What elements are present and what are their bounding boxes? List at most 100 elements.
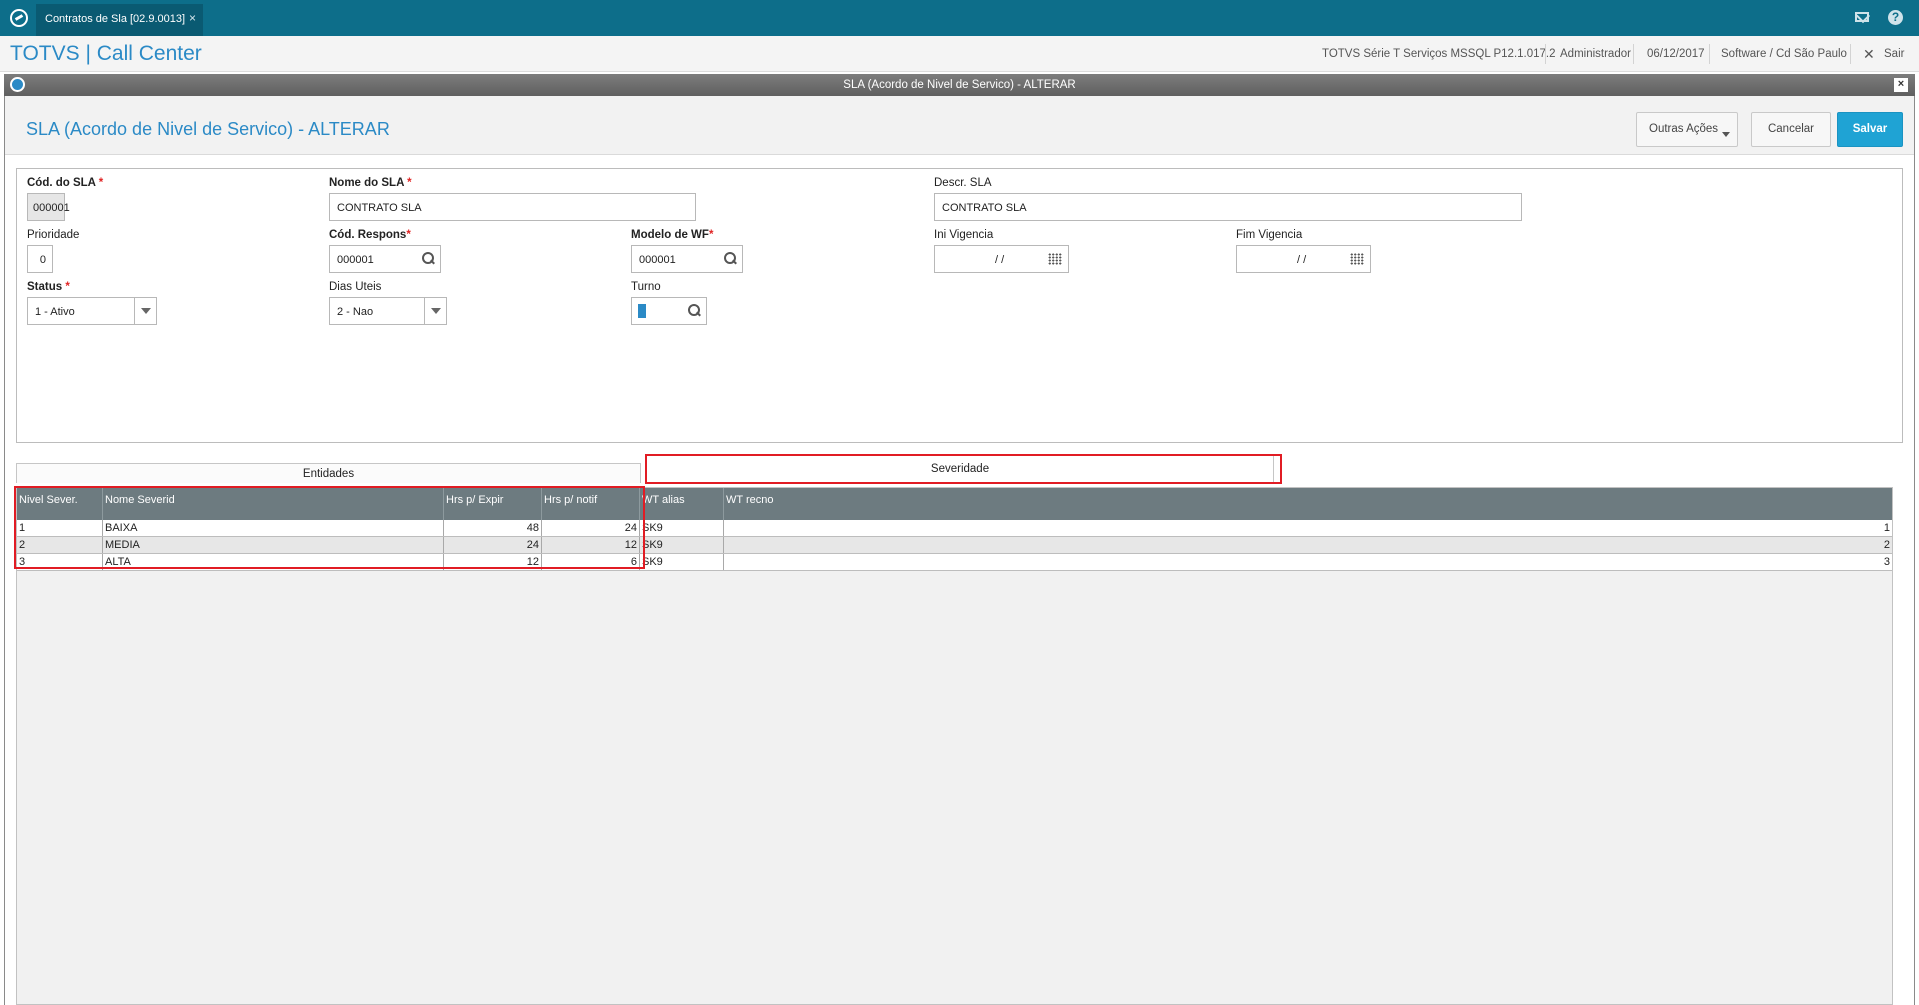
- column-header[interactable]: Nivel Sever.: [17, 488, 103, 520]
- turno-field[interactable]: [631, 297, 707, 325]
- cell-hrs-notif: 24: [542, 520, 640, 536]
- cell-wt-recno: 3: [1883, 556, 1890, 568]
- action-bar: SLA (Acordo de Nivel de Servico) - ALTER…: [5, 96, 1914, 155]
- cod-sla-label: Cód. do SLA *: [27, 177, 104, 189]
- app-header: TOTVS | Call Center TOTVS Série T Serviç…: [0, 36, 1919, 72]
- fim-vigencia-value: / /: [1297, 254, 1307, 266]
- table-row[interactable]: 1 BAIXA 48 24 SK9 1: [17, 520, 1892, 537]
- tab-label: Contratos de Sla [02.9.0013]: [45, 13, 186, 25]
- sla-form: Cód. do SLA * 000001 Nome do SLA * CONTR…: [16, 168, 1903, 443]
- save-button[interactable]: Salvar: [1837, 112, 1903, 147]
- ini-vigencia-value: / /: [995, 254, 1005, 266]
- fim-vigencia-label: Fim Vigencia: [1236, 229, 1303, 241]
- search-icon[interactable]: [724, 252, 736, 264]
- tab-close-icon[interactable]: ×: [189, 11, 196, 25]
- chevron-down-icon[interactable]: [424, 298, 446, 324]
- modelo-wf-label: Modelo de WF*: [631, 229, 714, 241]
- cancel-button[interactable]: Cancelar: [1751, 112, 1831, 147]
- status-label: Status *: [27, 281, 70, 293]
- divider: [1633, 44, 1634, 64]
- prioridade-label: Prioridade: [27, 229, 80, 241]
- page-title: SLA (Acordo de Nivel de Servico) - ALTER…: [26, 119, 390, 139]
- chevron-down-icon[interactable]: [134, 298, 156, 324]
- window-logo-icon: [10, 77, 25, 92]
- text-cursor: [638, 304, 646, 318]
- column-header[interactable]: Hrs p/ notif: [542, 488, 640, 520]
- cod-respons-field[interactable]: 000001: [329, 245, 441, 273]
- divider: [1545, 44, 1546, 64]
- descr-sla-field[interactable]: CONTRATO SLA: [934, 193, 1522, 221]
- column-header[interactable]: Nome Severid: [103, 488, 444, 520]
- company-branch: Software / Cd São Paulo: [1721, 48, 1847, 60]
- tab-contratos-sla[interactable]: Contratos de Sla [02.9.0013] ×: [36, 4, 203, 36]
- divider: [1709, 44, 1710, 64]
- system-date: 06/12/2017: [1647, 48, 1705, 60]
- cell-nivel: 1: [17, 520, 103, 536]
- dias-uteis-label: Dias Uteis: [329, 281, 382, 293]
- top-tab-bar: Contratos de Sla [02.9.0013] × ?: [0, 0, 1919, 36]
- dias-uteis-select[interactable]: 2 - Nao: [329, 297, 447, 325]
- cell-nivel: 3: [17, 554, 103, 570]
- status-value: 1 - Ativo: [35, 306, 75, 318]
- cell-wt-recno: 1: [1883, 522, 1890, 534]
- cell-wt-alias: SK9: [640, 520, 724, 536]
- turno-label: Turno: [631, 281, 661, 293]
- nome-sla-label: Nome do SLA *: [329, 177, 412, 189]
- exit-button[interactable]: Sair: [1884, 48, 1904, 60]
- descr-sla-label: Descr. SLA: [934, 177, 992, 189]
- cell-hrs-expir: 24: [444, 537, 542, 553]
- cell-nome: BAIXA: [103, 520, 444, 536]
- window-title: SLA (Acordo de Nivel de Servico) - ALTER…: [843, 79, 1076, 91]
- ini-vigencia-field[interactable]: / /: [934, 245, 1069, 273]
- cell-hrs-notif: 6: [542, 554, 640, 570]
- system-version: TOTVS Série T Serviços MSSQL P12.1.017.2: [1322, 48, 1556, 60]
- cell-hrs-notif: 12: [542, 537, 640, 553]
- cod-sla-field[interactable]: 000001: [27, 193, 70, 221]
- ini-vigencia-label: Ini Vigencia: [934, 229, 994, 241]
- other-actions-label: Outras Ações: [1649, 123, 1719, 135]
- tab-severidade[interactable]: Severidade: [645, 454, 1282, 484]
- modelo-wf-field[interactable]: 000001: [631, 245, 743, 273]
- other-actions-button[interactable]: Outras Ações: [1636, 112, 1738, 147]
- cell-nome: MEDIA: [103, 537, 444, 553]
- cell-wt-recno: 2: [1883, 539, 1890, 551]
- search-icon[interactable]: [688, 304, 700, 316]
- modelo-wf-value: 000001: [639, 254, 676, 266]
- dialog-body: SLA (Acordo de Nivel de Servico) - ALTER…: [4, 96, 1915, 1005]
- dias-uteis-value: 2 - Nao: [337, 306, 374, 318]
- calendar-icon[interactable]: [1350, 253, 1364, 265]
- divider: [1850, 44, 1851, 64]
- fim-vigencia-field[interactable]: / /: [1236, 245, 1371, 273]
- cod-respons-label: Cód. Respons*: [329, 229, 411, 241]
- severity-grid: Nivel Sever. Nome Severid Hrs p/ Expir H…: [16, 487, 1893, 1005]
- exit-close-icon[interactable]: ✕: [1863, 46, 1875, 63]
- app-logo-icon[interactable]: [10, 9, 28, 27]
- user-name: Administrador: [1560, 48, 1631, 60]
- cell-wt-alias: SK9: [640, 554, 724, 570]
- column-header[interactable]: WT recno: [724, 488, 1892, 520]
- cod-respons-value: 000001: [337, 254, 374, 266]
- cell-nivel: 2: [17, 537, 103, 553]
- window-close-icon[interactable]: ×: [1894, 78, 1908, 92]
- prioridade-field[interactable]: 0: [27, 245, 53, 273]
- column-header[interactable]: Hrs p/ Expir: [444, 488, 542, 520]
- tab-entidades[interactable]: Entidades: [16, 463, 641, 483]
- help-icon[interactable]: ?: [1888, 10, 1903, 25]
- search-icon[interactable]: [422, 252, 434, 264]
- cell-hrs-expir: 12: [444, 554, 542, 570]
- cell-hrs-expir: 48: [444, 520, 542, 536]
- grid-header: Nivel Sever. Nome Severid Hrs p/ Expir H…: [17, 488, 1892, 520]
- nome-sla-field[interactable]: CONTRATO SLA: [329, 193, 696, 221]
- mail-icon[interactable]: [1855, 12, 1869, 22]
- column-header[interactable]: WT alias: [640, 488, 724, 520]
- brand-title: TOTVS | Call Center: [10, 42, 202, 65]
- table-row[interactable]: 3 ALTA 12 6 SK9 3: [17, 554, 1892, 571]
- cell-wt-alias: SK9: [640, 537, 724, 553]
- calendar-icon[interactable]: [1048, 253, 1062, 265]
- tab-severidade-label: Severidade: [647, 456, 1274, 482]
- table-row[interactable]: 2 MEDIA 24 12 SK9 2: [17, 537, 1892, 554]
- status-select[interactable]: 1 - Ativo: [27, 297, 157, 325]
- cell-nome: ALTA: [103, 554, 444, 570]
- window-title-bar: SLA (Acordo de Nivel de Servico) - ALTER…: [4, 74, 1915, 96]
- chevron-down-icon: [1722, 132, 1730, 137]
